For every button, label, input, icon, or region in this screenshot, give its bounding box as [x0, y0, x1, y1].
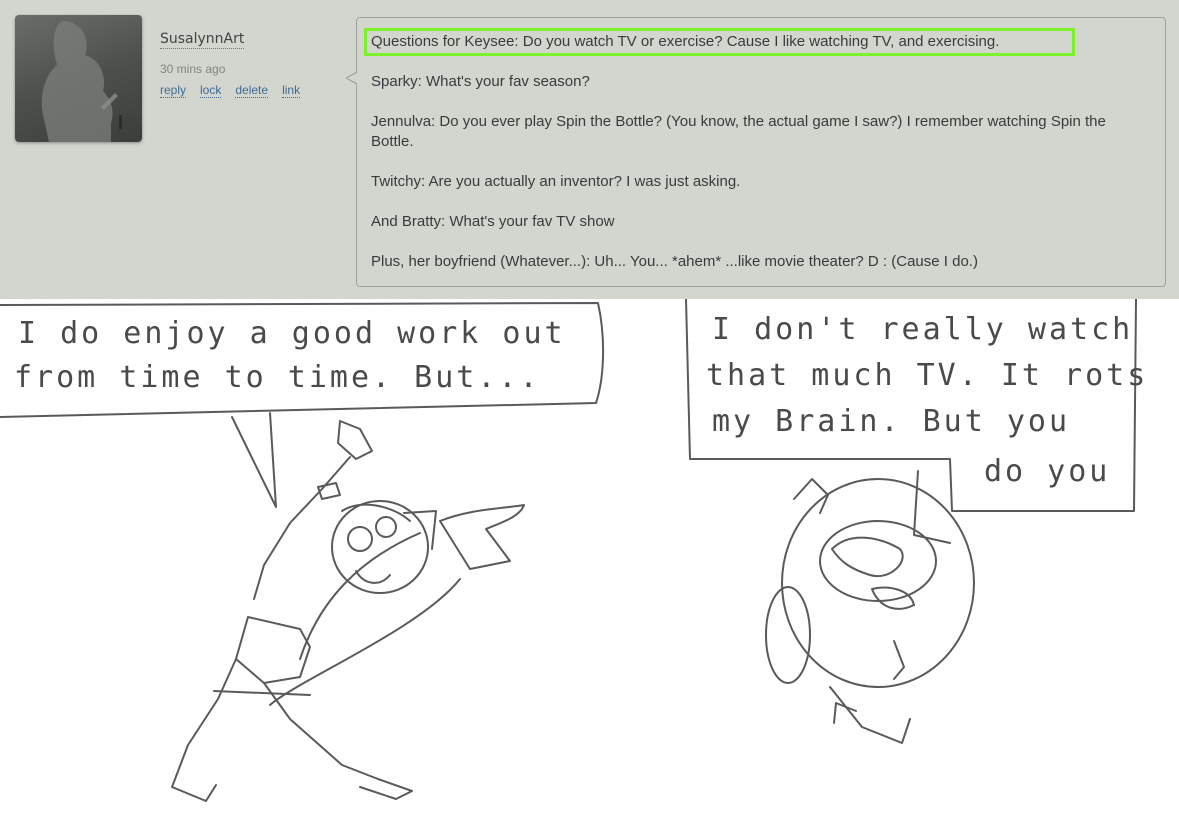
comment-line: And Bratty: What's your fav TV show: [371, 213, 615, 230]
lock-link[interactable]: lock: [200, 83, 222, 98]
comic-image: I do enjoy a good work out from time to …: [0, 299, 1179, 839]
comment-line: Questions for Keysee: Do you watch TV or…: [371, 33, 1000, 50]
comic-text: I do enjoy a good work out from time to …: [14, 312, 1148, 489]
bubble-tail-inner: [347, 73, 357, 83]
right-bubble-line: I don't really watch: [712, 312, 1133, 347]
comment-line: Jennulva: Do you ever play Spin the Bott…: [371, 113, 1106, 150]
left-bubble-line: from time to time. But...: [14, 360, 541, 395]
comment-line: Plus, her boyfriend (Whatever...): Uh...…: [371, 253, 978, 270]
right-bubble-line: my Brain. But you: [712, 404, 1070, 439]
right-bubble-line: do you: [984, 454, 1110, 489]
comment-section: SusalynnArt 30 mins ago reply lock delet…: [0, 0, 1179, 299]
delete-link[interactable]: delete: [235, 83, 269, 98]
user-avatar[interactable]: [15, 15, 142, 142]
left-bubble-line: I do enjoy a good work out: [18, 316, 566, 351]
comment-line: Sparky: What's your fav season?: [371, 73, 590, 90]
comment-body: Questions for Keysee: Do you watch TV or…: [371, 32, 1151, 292]
comment-timestamp: 30 mins ago: [160, 62, 226, 76]
username-link[interactable]: SusalynnArt: [160, 31, 245, 49]
right-bubble-line: that much TV. It rots: [706, 358, 1148, 393]
sketch-drawing: I do enjoy a good work out from time to …: [0, 299, 1148, 802]
reply-link[interactable]: reply: [160, 83, 187, 98]
comment-actions: reply lock delete link: [160, 83, 301, 98]
rabbit-silhouette-icon: [41, 21, 122, 142]
permalink-link[interactable]: link: [282, 83, 301, 98]
comment-line: Twitchy: Are you actually an inventor? I…: [371, 173, 741, 190]
